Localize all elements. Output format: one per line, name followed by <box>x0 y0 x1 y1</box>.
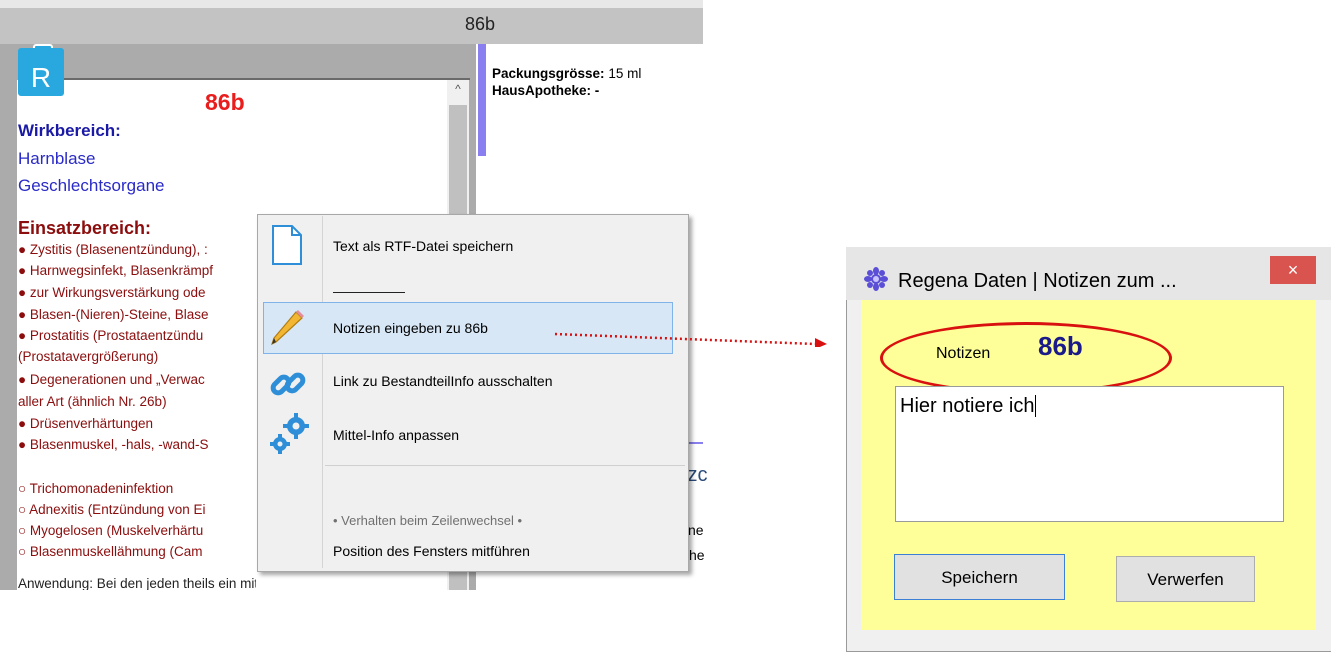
menu-item-adjust-info[interactable]: Mittel-Info anpassen <box>333 427 459 443</box>
discard-button[interactable]: Verwerfen <box>1116 556 1255 602</box>
text-caret <box>1034 395 1036 417</box>
hausapotheke-value: - <box>594 83 600 98</box>
scroll-up-icon[interactable]: ^ <box>447 82 469 100</box>
einsatz-line: ● Prostatitis (Prostataentzündu <box>18 328 204 343</box>
save-button[interactable]: Speichern <box>894 554 1065 600</box>
menu-section-label: • Verhalten beim Zeilenwechsel • <box>333 513 523 528</box>
dotted-arrow-icon <box>554 332 827 347</box>
menu-item-save-rtf[interactable]: Text als RTF-Datei speichern <box>333 238 513 254</box>
pencil-icon <box>270 310 304 346</box>
packungsgroesse-label: Packungsgrösse: <box>492 66 605 81</box>
hausapotheke-label: HausApotheke: <box>492 83 592 98</box>
menu-separator <box>325 465 685 466</box>
einsatz-line: ● Drüsenverhärtungen <box>18 416 153 431</box>
right-scroll-indicator[interactable] <box>478 44 486 156</box>
window-title: 86b <box>464 14 496 34</box>
einsatz-line: ● Harnwegsinfekt, Blasenkrämpf <box>18 263 213 278</box>
secondary-line: ○ Myogelosen (Muskelverhärtu <box>18 523 204 538</box>
hausapotheke-row: HausApotheke: - <box>492 83 599 98</box>
partial-text: ne <box>688 522 704 538</box>
packungsgroesse-row: Packungsgrösse: 15 ml <box>492 66 641 81</box>
top-strip <box>0 0 703 8</box>
secondary-line: ○ Adnexitis (Entzündung von Ei <box>18 502 206 517</box>
wirkbereich-item: Harnblase <box>18 149 96 168</box>
regena-logo-letter: R <box>30 62 52 93</box>
einsatz-line: ● Zystitis (Blasenentzündung), : <box>18 242 208 257</box>
wirkbereich-heading: Wirkbereich: <box>18 121 121 140</box>
notes-textarea[interactable]: Hier notiere ich <box>895 386 1284 522</box>
gears-icon <box>270 413 309 454</box>
menu-underline <box>333 292 405 293</box>
app-flower-icon <box>864 267 888 291</box>
einsatz-line: ● Blasen-(Nieren)-Steine, Blase <box>18 307 209 322</box>
close-icon[interactable]: × <box>1270 256 1316 284</box>
einsatzbereich-heading: Einsatzbereich: <box>18 218 152 238</box>
menu-item-notes[interactable]: Notizen eingeben zu 86b <box>333 320 488 336</box>
menu-item-toggle-link[interactable]: Link zu BestandteilInfo ausschalten <box>333 373 552 389</box>
einsatz-line: (Prostatavergrößerung) <box>18 349 159 364</box>
packungsgroesse-value: 15 ml <box>608 66 642 81</box>
einsatz-line: ● zur Wirkungsverstärkung ode <box>18 285 206 300</box>
wirkbereich-item: Geschlechtsorgane <box>18 176 165 195</box>
dialog-title: Regena Daten | Notizen zum ... <box>898 270 1177 292</box>
highlight-ellipse <box>880 322 1172 394</box>
drug-title: 86b <box>205 89 245 115</box>
document-icon <box>272 225 302 265</box>
notes-text: Hier notiere ich <box>900 395 1035 417</box>
menu-item-follow-position[interactable]: Position des Fensters mitführen <box>333 543 530 559</box>
einsatz-line: aller Art (ähnlich Nr. 26b) <box>18 394 167 409</box>
secondary-line: ○ Blasenmuskellähmung (Cam <box>18 544 203 559</box>
einsatz-line: ● Blasenmuskel, -hals, -wand-S <box>18 437 209 452</box>
secondary-line: ○ Trichomonadeninfektion <box>18 481 174 496</box>
menu-icon-column-divider <box>322 216 323 568</box>
link-icon <box>270 372 306 396</box>
dialog-behind-strip <box>856 246 1206 256</box>
cut-off-line: Anwendung: Bei den jeden theils ein mitt… <box>18 578 256 590</box>
header-divider <box>62 78 470 80</box>
einsatz-line: ● Degenerationen und „Verwac <box>18 372 205 387</box>
